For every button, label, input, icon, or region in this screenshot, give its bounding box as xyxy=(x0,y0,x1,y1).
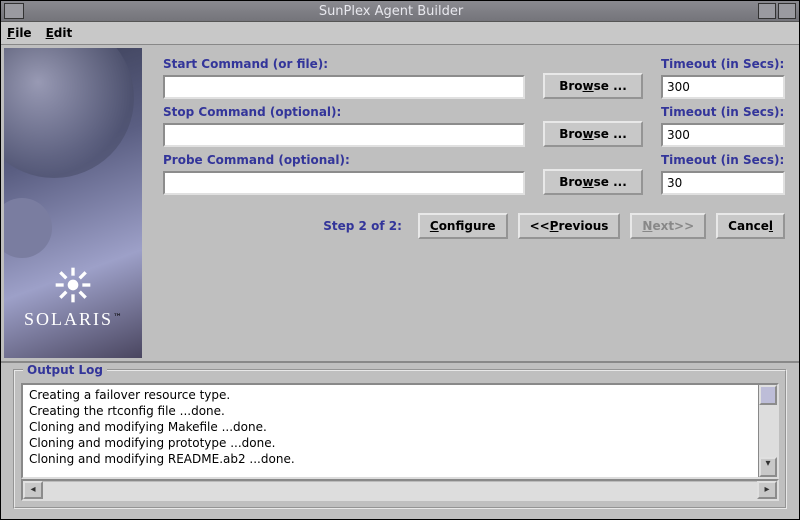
start-browse-button[interactable]: Browse ... xyxy=(543,73,643,99)
maximize-button[interactable] xyxy=(778,3,796,19)
horizontal-scrollbar[interactable]: ◂ ▸ xyxy=(21,479,779,501)
main-panel: Start Command (or file): Browse ... Time… xyxy=(145,45,799,361)
output-log-area: Creating a failover resource type.Creati… xyxy=(21,383,779,479)
solaris-sun-icon xyxy=(53,265,93,305)
stop-command-input[interactable] xyxy=(163,123,525,147)
start-timeout-label: Timeout (in Secs): xyxy=(661,57,785,71)
scroll-left-button[interactable]: ◂ xyxy=(23,481,43,499)
configure-button[interactable]: Configure xyxy=(418,213,508,239)
output-log-title: Output Log xyxy=(23,363,107,377)
solaris-brand: SOLARIS™ xyxy=(4,309,142,330)
vertical-scrollbar[interactable]: ▾ xyxy=(758,385,777,477)
step-indicator: Step 2 of 2: xyxy=(323,219,402,233)
menu-edit[interactable]: Edit xyxy=(46,26,73,40)
next-button: Next>> xyxy=(630,213,706,239)
menu-file[interactable]: File xyxy=(7,26,32,40)
scroll-down-button[interactable]: ▾ xyxy=(759,457,777,477)
stop-timeout-label: Timeout (in Secs): xyxy=(661,105,785,119)
probe-command-input[interactable] xyxy=(163,171,525,195)
stop-command-label: Stop Command (optional): xyxy=(163,105,525,119)
menu-bar: File Edit xyxy=(1,22,799,45)
probe-timeout-label: Timeout (in Secs): xyxy=(661,153,785,167)
title-bar: SunPlex Agent Builder xyxy=(1,1,799,22)
probe-timeout-input[interactable] xyxy=(661,171,785,195)
window-menu-button[interactable] xyxy=(4,3,24,19)
start-command-input[interactable] xyxy=(163,75,525,99)
sidebar-graphic: SOLARIS™ xyxy=(4,48,142,358)
previous-button[interactable]: <<Previous xyxy=(518,213,621,239)
stop-browse-button[interactable]: Browse ... xyxy=(543,121,643,147)
app-window: SunPlex Agent Builder File Edit xyxy=(0,0,800,520)
cancel-button[interactable]: Cancel xyxy=(716,213,785,239)
probe-browse-button[interactable]: Browse ... xyxy=(543,169,643,195)
output-log-frame: Output Log Creating a failover resource … xyxy=(13,369,787,509)
wizard-nav: Step 2 of 2: Configure <<Previous Next>>… xyxy=(163,213,785,239)
start-command-label: Start Command (or file): xyxy=(163,57,525,71)
output-log-text[interactable]: Creating a failover resource type.Creati… xyxy=(23,385,758,477)
window-title: SunPlex Agent Builder xyxy=(24,4,758,19)
minimize-button[interactable] xyxy=(758,3,776,19)
scroll-thumb[interactable] xyxy=(759,385,777,405)
stop-timeout-input[interactable] xyxy=(661,123,785,147)
scroll-right-button[interactable]: ▸ xyxy=(757,481,777,499)
probe-command-label: Probe Command (optional): xyxy=(163,153,525,167)
start-timeout-input[interactable] xyxy=(661,75,785,99)
